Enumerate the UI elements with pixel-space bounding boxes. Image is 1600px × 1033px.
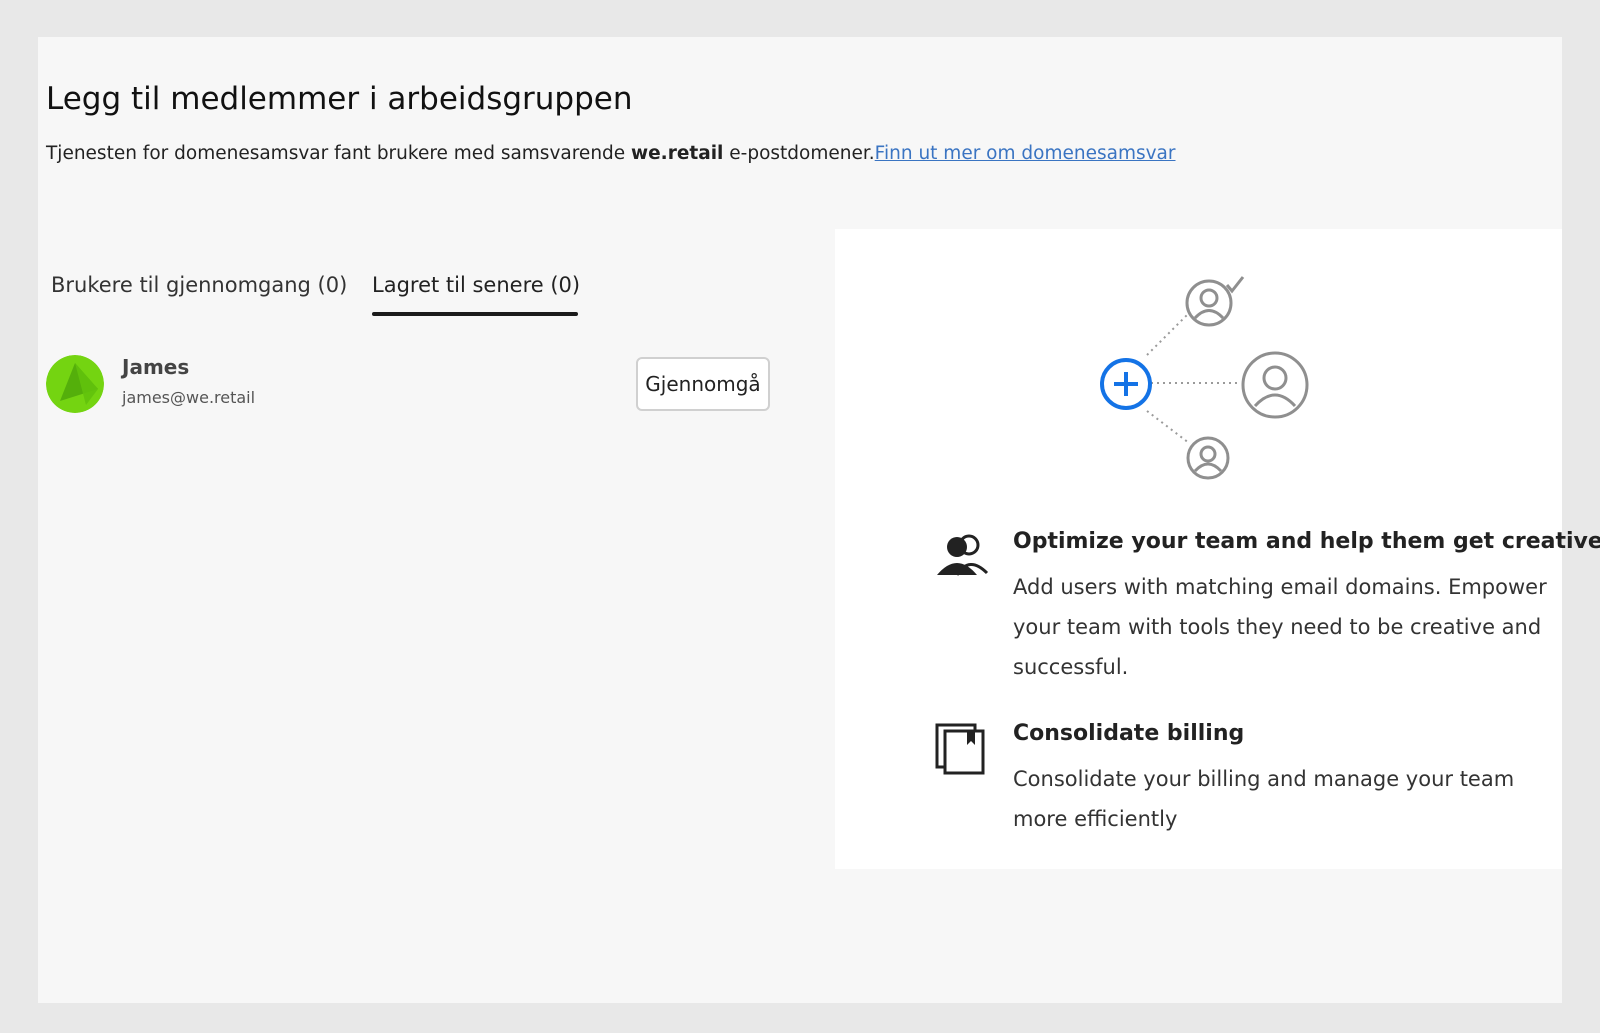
team-illustration (1097, 265, 1337, 485)
add-members-panel: Legg til medlemmer i arbeidsgruppen Tjen… (38, 37, 1600, 1003)
user-list-item: James james@we.retail Gjennomgå (46, 355, 806, 425)
user-icon (1241, 351, 1309, 419)
review-button[interactable]: Gjennomgå (636, 357, 770, 411)
feature-title: Optimize your team and help them get cre… (1013, 529, 1600, 554)
user-name: James (122, 355, 190, 379)
feature-title: Consolidate billing (1013, 721, 1245, 746)
avatar (46, 355, 104, 413)
billing-icon (935, 723, 985, 775)
page-title: Legg til medlemmer i arbeidsgruppen (46, 81, 633, 117)
feature-description: Consolidate your billing and manage your… (1013, 767, 1515, 831)
description-prefix: Tjenesten for domenesamsvar fant brukere… (46, 143, 632, 164)
tab-saved-for-later[interactable]: Lagret til senere (0) (372, 273, 580, 297)
feature-description: Add users with matching email domains. E… (1013, 575, 1547, 679)
add-circle-icon (1100, 358, 1152, 410)
info-card: Optimize your team and help them get cre… (835, 229, 1600, 869)
domain-name: we.retail (631, 143, 724, 164)
tab-users-to-review[interactable]: Brukere til gjennomgang (0) (51, 273, 347, 297)
people-icon (937, 534, 989, 576)
description-suffix: e-postdomener. (723, 143, 875, 164)
user-check-icon (1185, 276, 1245, 327)
user-small-icon (1186, 436, 1230, 480)
active-tab-indicator (372, 312, 578, 316)
learn-more-link[interactable]: Finn ut mer om domenesamsvar (875, 143, 1176, 164)
user-email: james@we.retail (122, 388, 256, 407)
domain-match-description: Tjenesten for domenesamsvar fant brukere… (46, 143, 1176, 164)
